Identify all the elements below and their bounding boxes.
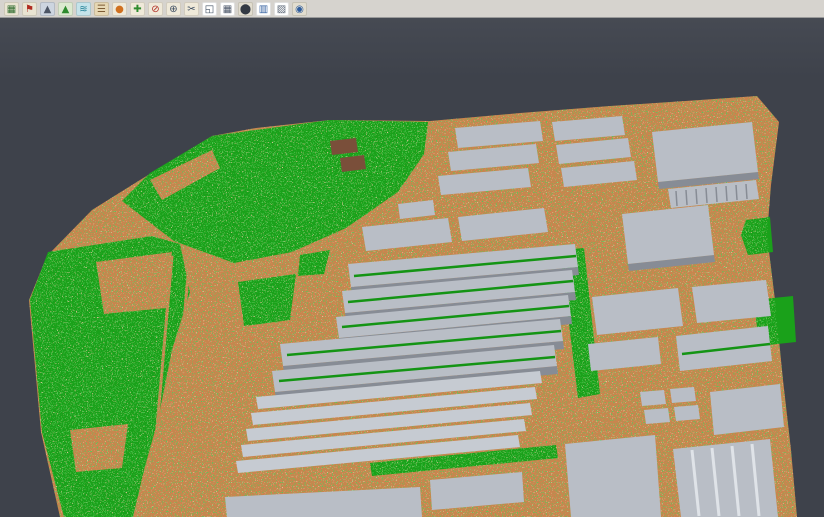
dark-sphere-icon[interactable]: ⬤ [238, 2, 253, 16]
buildings-shape [710, 384, 784, 435]
hatch-pattern-icon[interactable]: ▨ [274, 2, 289, 16]
orange-point-icon[interactable]: ● [112, 2, 127, 16]
buildings-shape [565, 435, 661, 517]
info-circle-icon[interactable]: ◉ [292, 2, 307, 16]
water-waves-icon[interactable]: ≋ [76, 2, 91, 16]
grid-table-icon[interactable]: ▦ [220, 2, 235, 16]
roof-tick-pattern-line [726, 186, 727, 201]
pointcloud-render [0, 18, 824, 517]
buildings-shape [692, 280, 771, 323]
roof-tick-pattern-line [676, 191, 677, 206]
terrain-green-icon[interactable]: ▲ [58, 2, 73, 16]
roof-tick-pattern-line [696, 189, 697, 204]
roof-tick-pattern-line [716, 187, 717, 202]
viewport-3d[interactable] [0, 18, 824, 517]
buildings-shape [674, 405, 700, 421]
dark-structures-shape [330, 138, 358, 155]
clip-scissors-icon[interactable]: ✂ [184, 2, 199, 16]
toolbar: ▦⚑▲▲≋☰●✚⊘⊕✂◱▦⬤▥▨◉ [0, 0, 824, 18]
open-grid-icon[interactable]: ▦ [4, 2, 19, 16]
flag-marker-icon[interactable]: ⚑ [22, 2, 37, 16]
buildings-shape [652, 122, 758, 182]
disable-class-icon[interactable]: ⊘ [148, 2, 163, 16]
roof-tick-pattern-line [736, 185, 737, 200]
buildings-shape [673, 439, 778, 517]
window-view-icon[interactable]: ◱ [202, 2, 217, 16]
mountain-tin-icon[interactable]: ▲ [40, 2, 55, 16]
add-class-icon[interactable]: ✚ [130, 2, 145, 16]
buildings-shape [644, 408, 670, 424]
histogram-icon[interactable]: ▥ [256, 2, 271, 16]
buildings-shape [670, 387, 696, 403]
roof-tick-pattern-line [686, 190, 687, 205]
buildings-shape [640, 390, 666, 406]
roof-tick-pattern-line [706, 188, 707, 203]
buildings-shape [622, 205, 714, 264]
dark-structures-shape [340, 155, 366, 172]
roof-tick-pattern-line [746, 184, 747, 199]
layers-icon[interactable]: ☰ [94, 2, 109, 16]
target-center-icon[interactable]: ⊕ [166, 2, 181, 16]
